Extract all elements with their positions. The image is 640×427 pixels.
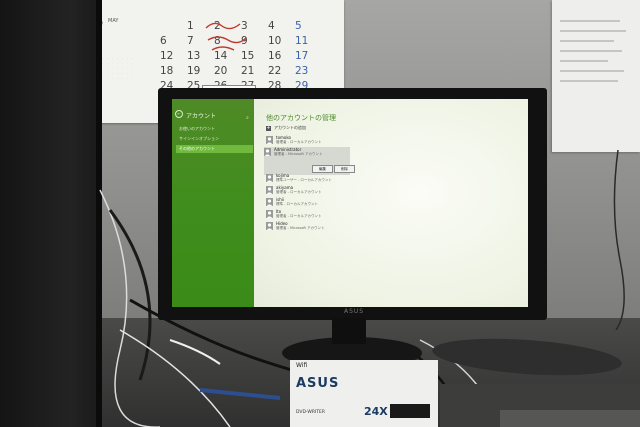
user-avatar-icon [266, 136, 273, 144]
calendar-day: 21 [241, 65, 255, 77]
calendar-day: 10 [268, 35, 282, 47]
calendar-day: 6 [160, 35, 167, 47]
mini-calendar: · · · · · · · · · · · · · · · · · · · · · · · · · · · · · · · · · · · [102, 56, 138, 96]
account-type: 管理者 - ローカルアカウント [276, 190, 322, 194]
account-type: 管理者 - Microsoft アカウント [276, 226, 325, 230]
calendar-day: 5 [295, 20, 302, 32]
plus-icon: + [266, 124, 271, 131]
account-list-item[interactable]: Administrator 管理者 - Microsoft アカウント 編集 削除 [264, 147, 355, 175]
box-top-label: Wifi [296, 362, 308, 369]
add-account-label: アカウントの追加 [274, 125, 306, 130]
keyboard [500, 410, 640, 427]
user-avatar-icon [266, 174, 273, 182]
nav-item-your-account[interactable]: お使いのアカウント [176, 125, 253, 133]
box-brand: ASUS [296, 376, 340, 391]
delete-account-button[interactable]: 削除 [334, 165, 355, 173]
account-list-item[interactable]: Hideo 管理者 - Microsoft アカウント [266, 221, 376, 235]
calendar-day: 18 [160, 65, 174, 77]
monitor-brand-logo: ASUS [344, 308, 365, 315]
accounts-content-pane: 他のアカウントの管理 + アカウントの追加 tomoko 管理者 - ローカルアカウ… [254, 99, 528, 307]
account-type: 標準 - ローカルアカウント [276, 202, 318, 206]
user-avatar-icon [266, 186, 273, 194]
calendar-day: 4 [268, 20, 275, 32]
user-avatar-icon [266, 210, 273, 218]
monitor-stand-neck [332, 318, 366, 344]
edit-account-button[interactable]: 編集 [312, 165, 333, 173]
account-type: 管理者 - Microsoft アカウント [274, 152, 323, 156]
search-icon[interactable]: ⌕ [246, 115, 249, 121]
add-account-button[interactable]: + アカウントの追加 [266, 125, 306, 133]
user-avatar-icon [266, 222, 273, 230]
calendar-day: 16 [268, 50, 282, 62]
nav-item-sign-in-options[interactable]: サインインオプション [176, 135, 253, 143]
pinned-paper [552, 0, 640, 152]
user-avatar-icon [264, 148, 271, 156]
nav-item-other-accounts[interactable]: その他のアカウント [176, 145, 253, 153]
calendar-day: 11 [295, 35, 309, 47]
calendar-day: 12 [160, 50, 174, 62]
account-type: 標準ユーザー - ローカルアカウント [276, 178, 332, 182]
calendar-day: 23 [295, 65, 309, 77]
calendar-day: 20 [214, 65, 228, 77]
account-type: 管理者 - ローカルアカウント [276, 140, 322, 144]
nav-title: アカウント [186, 113, 217, 120]
monitor-screen: ← アカウント ⌕ お使いのアカウント サインインオプション その他のアカウント… [172, 99, 528, 307]
box-model: 24X [364, 405, 388, 418]
box-dark-panel [390, 404, 430, 418]
calendar-month-subtitle: MAY [108, 18, 119, 24]
calendar-day: 19 [187, 65, 201, 77]
handwritten-note-icon [205, 22, 247, 51]
account-type: 管理者 - ローカルアカウント [276, 214, 322, 218]
calendar-day: 17 [295, 50, 309, 62]
user-avatar-icon [266, 198, 273, 206]
back-arrow-icon[interactable]: ← [175, 110, 183, 118]
page-heading: 他のアカウントの管理 [266, 114, 336, 122]
calendar-day: 22 [268, 65, 282, 77]
box-subtitle: DVD-WRITER [296, 410, 325, 415]
calendar-blank [160, 20, 187, 35]
settings-nav-pane: ← アカウント ⌕ お使いのアカウント サインインオプション その他のアカウント [172, 99, 254, 307]
mini-calendar-dot: · [132, 76, 133, 80]
